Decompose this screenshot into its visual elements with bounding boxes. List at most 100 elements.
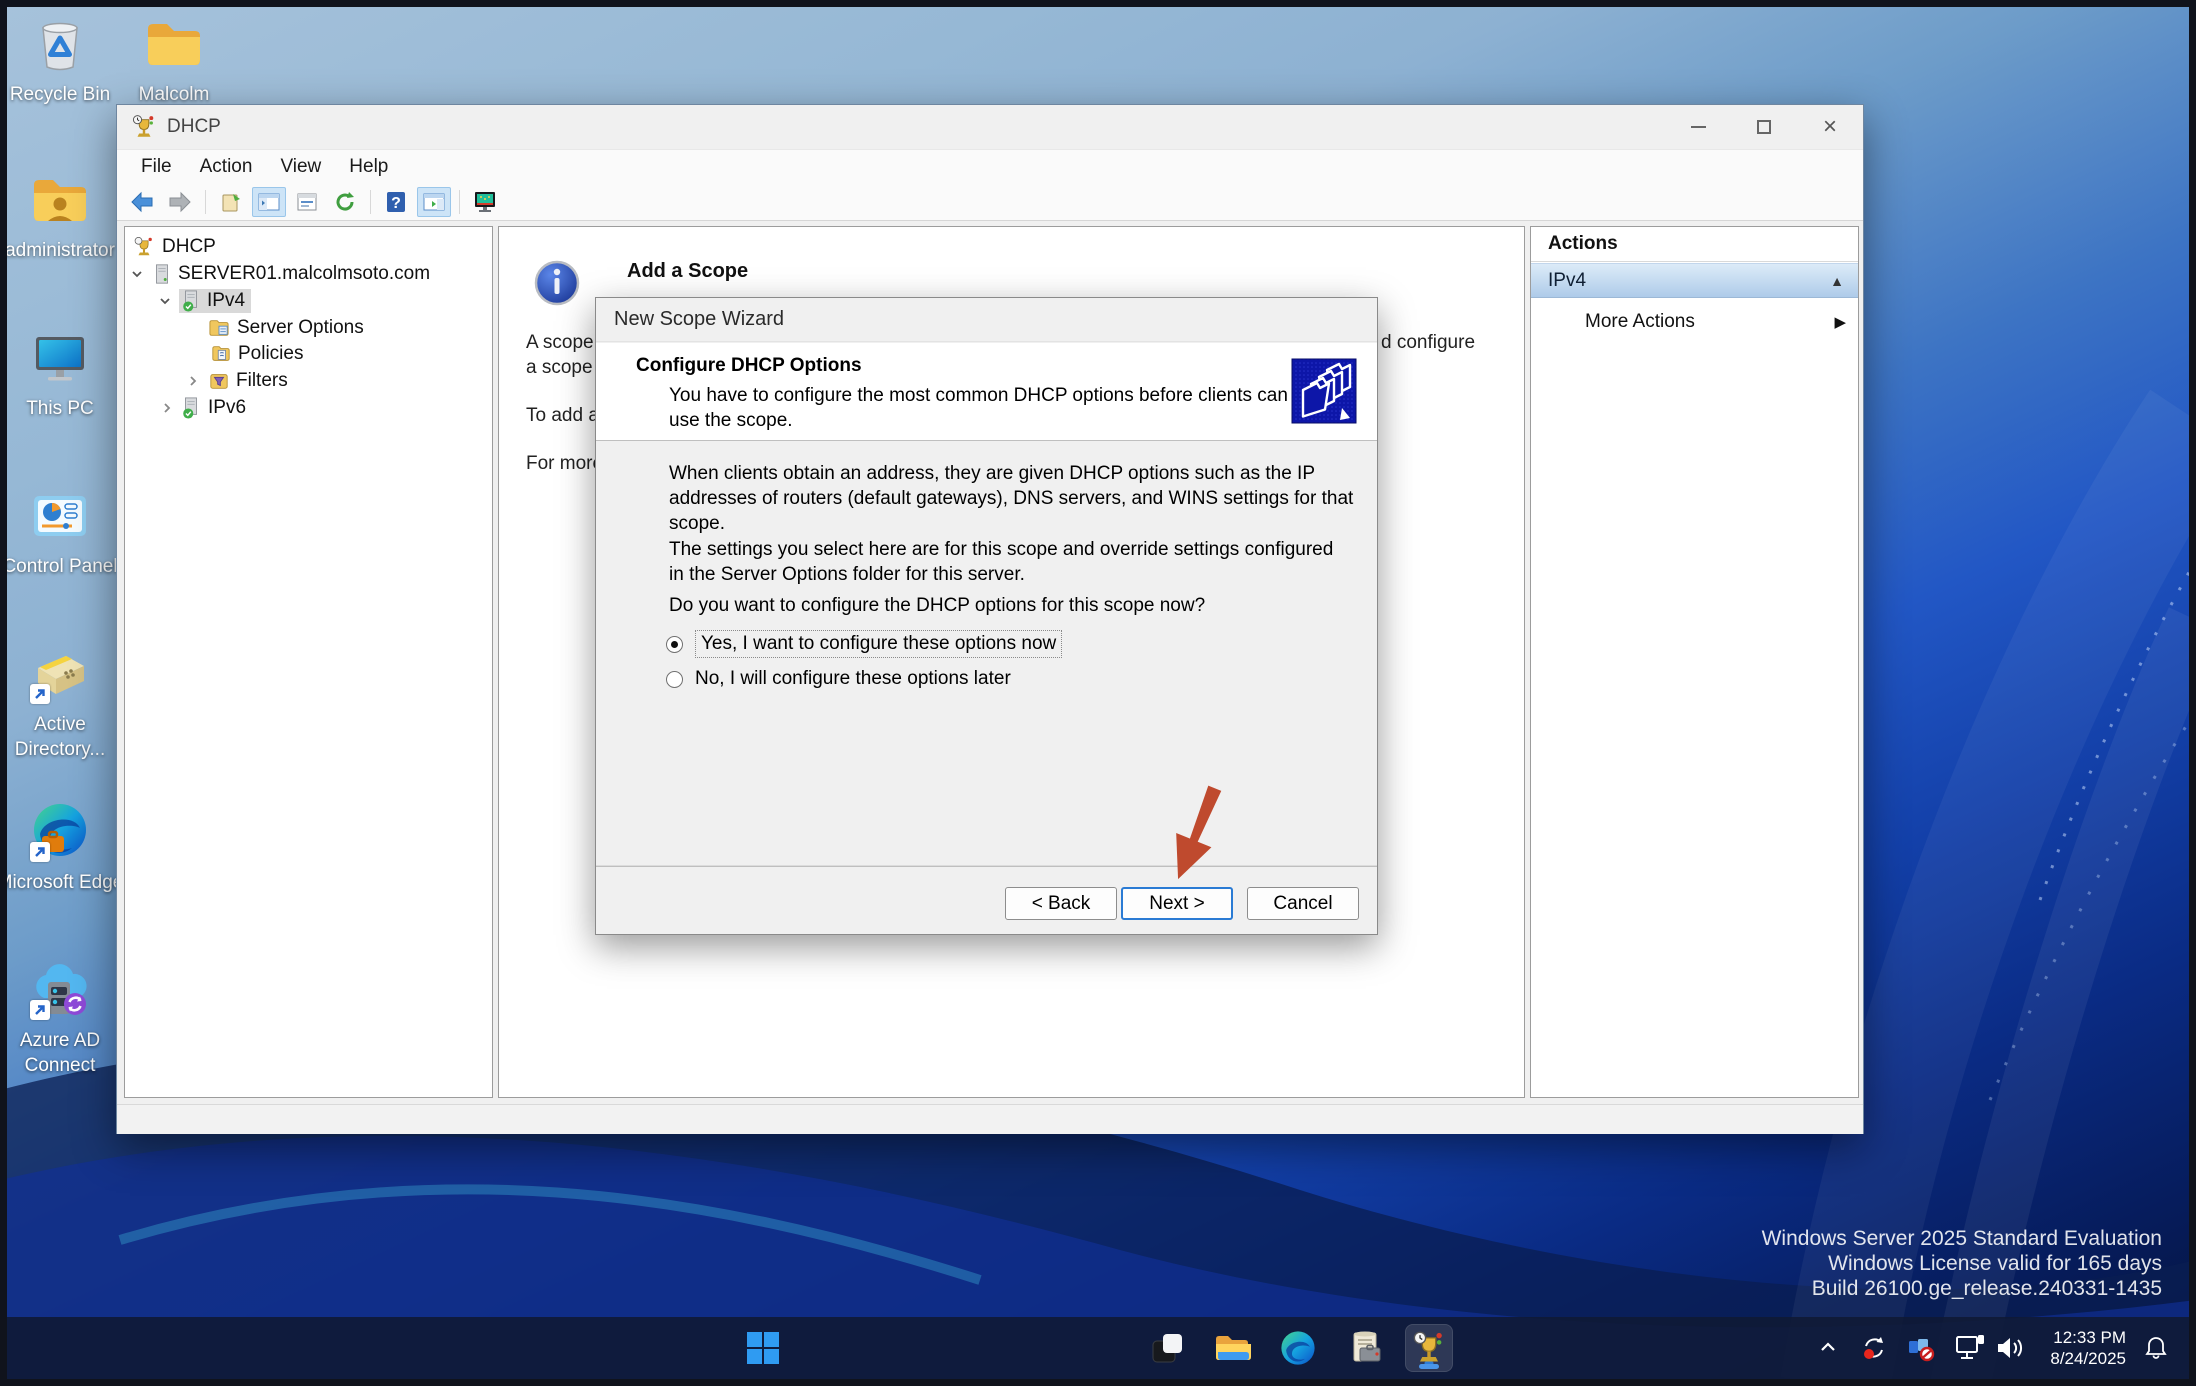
back-button[interactable] xyxy=(125,187,159,217)
toolbar: ? xyxy=(117,184,1863,221)
shortcut-arrow-icon xyxy=(30,1000,50,1020)
help-icon[interactable]: ? xyxy=(379,187,413,217)
tree-item-label: IPv6 xyxy=(208,396,247,418)
file-explorer-button[interactable] xyxy=(1208,1324,1256,1372)
menu-help[interactable]: Help xyxy=(335,152,402,182)
server-icon xyxy=(156,263,168,284)
task-view-button[interactable] xyxy=(1143,1324,1191,1372)
dhcp-app-button[interactable] xyxy=(1405,1324,1453,1372)
tree-item-ipv4[interactable]: IPv4 xyxy=(125,287,492,314)
edge-button[interactable] xyxy=(1274,1324,1322,1372)
dialog-titlebar: New Scope Wizard xyxy=(596,298,1377,342)
wizard-paragraph: The settings you select here are for thi… xyxy=(669,539,1334,585)
maximize-button[interactable] xyxy=(1731,105,1797,149)
tray-clock[interactable]: 12:33 PM 8/24/2025 xyxy=(2050,1327,2126,1369)
remote-desktop-icon[interactable] xyxy=(468,187,502,217)
tray-sync-icon[interactable] xyxy=(1856,1330,1892,1366)
tree-item-label: SERVER01.malcolmsoto.com xyxy=(178,262,431,284)
active-directory-icon xyxy=(28,642,92,706)
more-actions-item[interactable]: More Actions ▶ xyxy=(1531,303,1858,341)
edge-icon xyxy=(28,800,92,864)
actions-group-ipv4[interactable]: IPv4 ▲ xyxy=(1531,263,1858,298)
tree-item-label: Filters xyxy=(236,369,288,391)
start-button[interactable] xyxy=(739,1324,787,1372)
shortcut-arrow-icon xyxy=(30,842,50,862)
close-button[interactable]: × xyxy=(1797,105,1863,149)
radio-button-selected-icon[interactable] xyxy=(666,635,683,653)
dialog-body: When clients obtain an address, they are… xyxy=(596,441,1377,865)
edge-icon xyxy=(1281,1331,1315,1365)
file-explorer-icon xyxy=(1216,1336,1251,1360)
active-app-indicator xyxy=(1419,1364,1439,1369)
dhcp-root-icon xyxy=(134,236,152,255)
desktop-icon-microsoft-edge[interactable]: Microsoft Edge xyxy=(0,800,130,895)
desktop: Recycle Bin Malcolm administrator This P… xyxy=(0,0,2196,1386)
ipv6-server-icon xyxy=(183,396,197,419)
tray-network-icon[interactable] xyxy=(1952,1330,1988,1366)
filters-icon xyxy=(210,373,228,389)
menu-action[interactable]: Action xyxy=(186,152,267,182)
control-panel-icon xyxy=(28,484,92,548)
console-tree-pane: DHCP SERVER01.malcolmsoto.com IPv4 Serve… xyxy=(124,226,493,1098)
tree-item-label: Server Options xyxy=(237,316,364,338)
forward-button[interactable] xyxy=(163,187,197,217)
console-tree-toggle-icon[interactable] xyxy=(252,187,286,217)
policies-folder-icon xyxy=(212,345,230,361)
properties-icon[interactable] xyxy=(290,187,324,217)
radio-button-icon[interactable] xyxy=(666,670,683,688)
tree-item-server-options[interactable]: Server Options xyxy=(125,314,492,341)
add-scope-heading: Add a Scope xyxy=(627,260,749,282)
tree-item-ipv6[interactable]: IPv6 xyxy=(125,394,492,421)
menu-file[interactable]: File xyxy=(127,152,186,182)
dhcp-app-icon xyxy=(1413,1331,1442,1365)
actions-group-label: IPv4 xyxy=(1548,269,1587,291)
eval-watermark: Windows Server 2025 Standard Evaluation … xyxy=(1762,1226,2162,1301)
wizard-question: Do you want to configure the DHCP option… xyxy=(669,595,1206,616)
tray-notifications-bell[interactable] xyxy=(2138,1330,2174,1366)
tray-volume-icon[interactable] xyxy=(1992,1330,2028,1366)
refresh-icon[interactable] xyxy=(328,187,362,217)
cancel-button[interactable]: Cancel xyxy=(1247,887,1359,920)
radio-label[interactable]: No, I will configure these options later xyxy=(695,668,1011,690)
server-manager-button[interactable] xyxy=(1341,1324,1389,1372)
tree-item-label: IPv4 xyxy=(207,289,246,311)
server-options-folder-icon xyxy=(209,319,229,336)
chevron-down-icon[interactable] xyxy=(157,293,173,309)
tree-item-dhcp-root[interactable]: DHCP xyxy=(125,233,492,260)
svg-text:?: ? xyxy=(391,195,401,212)
tray-dhcp-server-icon[interactable] xyxy=(1903,1330,1939,1366)
desktop-icon-azure-ad-connect[interactable]: Azure AD Connect xyxy=(0,958,130,1078)
window-title: DHCP xyxy=(167,116,221,137)
shortcut-arrow-icon xyxy=(30,684,50,704)
tree-item-policies[interactable]: Policies xyxy=(125,340,492,367)
tree-item-filters[interactable]: Filters xyxy=(125,367,492,394)
taskbar: 12:33 PM 8/24/2025 xyxy=(0,1317,2196,1379)
ipv4-server-icon xyxy=(183,289,197,312)
azure-ad-connect-icon xyxy=(28,958,92,1022)
menu-view[interactable]: View xyxy=(266,152,335,182)
collapse-icon[interactable]: ▲ xyxy=(1830,273,1844,289)
minimize-button[interactable] xyxy=(1665,105,1731,149)
radio-label[interactable]: Yes, I want to configure these options n… xyxy=(695,630,1063,658)
desktop-icon-malcolm[interactable]: Malcolm xyxy=(104,12,244,107)
desktop-icon-this-pc[interactable]: This PC xyxy=(0,326,130,421)
desktop-icon-active-directory[interactable]: Active Directory... xyxy=(0,642,130,762)
tray-chevron-up[interactable] xyxy=(1810,1330,1846,1366)
watermark-line: Build 26100.ge_release.240331-1435 xyxy=(1811,1277,2162,1300)
wizard-paragraph: When clients obtain an address, they are… xyxy=(669,463,1354,534)
radio-configure-now[interactable]: Yes, I want to configure these options n… xyxy=(666,630,1063,658)
export-list-icon[interactable] xyxy=(214,187,248,217)
desktop-icon-label: Active Directory... xyxy=(14,714,106,760)
action-pane-toggle-icon[interactable] xyxy=(417,187,451,217)
dialog-header: Configure DHCP Options You have to confi… xyxy=(596,343,1377,441)
tree-item-server01[interactable]: SERVER01.malcolmsoto.com xyxy=(125,260,492,287)
selected-tree-item: IPv4 xyxy=(179,288,252,313)
scope-description-fragment: d configure xyxy=(1381,332,1476,353)
desktop-icon-control-panel[interactable]: Control Panel xyxy=(0,484,130,579)
chevron-down-icon[interactable] xyxy=(129,266,145,282)
chevron-right-icon[interactable] xyxy=(159,400,175,416)
radio-configure-later[interactable]: No, I will configure these options later xyxy=(666,668,1011,690)
chevron-right-icon[interactable] xyxy=(185,373,201,389)
back-button[interactable]: < Back xyxy=(1005,887,1117,920)
desktop-icon-administrator[interactable]: administrator xyxy=(0,168,130,263)
